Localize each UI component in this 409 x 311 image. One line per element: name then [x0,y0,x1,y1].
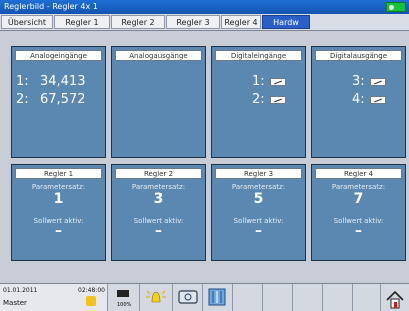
panel-title: Digitaleingänge [215,50,302,61]
digital-out-3-label: 3: [352,74,365,89]
analog-in-1-label: 1: [16,74,29,89]
digital-in-2-label: 2: [252,92,265,107]
analog-in-1-value: 34,413 [40,74,86,89]
empty-softkey[interactable] [323,284,353,311]
analog-in-2-value: 67,572 [40,92,86,107]
controller-1-panel[interactable]: Regler 1 Parametersatz: 1 Sollwert aktiv… [11,164,106,261]
status-area: 01.01.2011 02:48:00 Master [0,284,108,311]
switch-open-icon [370,78,386,86]
status-date: 01.01.2011 [3,287,38,294]
switch-open-icon [270,96,286,104]
param-label: Parametersatz: [331,183,386,191]
setpoint-value: – [55,223,62,239]
controller-2-panel[interactable]: Regler 2 Parametersatz: 3 Sollwert aktiv… [111,164,206,261]
param-value: 7 [353,191,364,207]
controller-title: Regler 2 [115,168,202,179]
tab-regler-2[interactable]: Regler 2 [111,15,165,29]
controller-title: Regler 3 [215,168,302,179]
tab-regler-1[interactable]: Regler 1 [54,15,110,29]
digital-out-4-label: 4: [352,92,365,107]
title-bar: Reglerbild - Regler 4x 1 [0,0,409,14]
archive-icon [208,288,226,306]
empty-softkey[interactable] [293,284,323,311]
key-icon [86,296,96,306]
controller-3-panel[interactable]: Regler 3 Parametersatz: 5 Sollwert aktiv… [211,164,306,261]
status-indicator-icon [386,2,406,12]
controller-title: Regler 1 [15,168,102,179]
bottom-toolbar: 01.01.2011 02:48:00 Master 100% [0,283,409,311]
status-user: Master [3,299,27,307]
analog-in-2-label: 2: [16,92,29,107]
param-label: Parametersatz: [31,183,86,191]
param-value: 5 [253,191,264,207]
setpoint-value: – [355,223,362,239]
param-label: Parametersatz: [131,183,186,191]
digital-outputs-panel: Digitalausgänge 3: 4: [311,46,406,158]
tab-regler-3[interactable]: Regler 3 [166,15,220,29]
param-label: Parametersatz: [231,183,286,191]
controller-4-panel[interactable]: Regler 4 Parametersatz: 7 Sollwert aktiv… [311,164,406,261]
archive-button[interactable] [203,284,233,311]
analog-inputs-panel: Analogeingänge 1: 34,413 2: 67,572 [11,46,106,158]
empty-softkey[interactable] [263,284,293,311]
empty-softkey[interactable] [233,284,263,311]
analog-outputs-panel: Analogausgänge [111,46,206,158]
digital-in-1-label: 1: [252,74,265,89]
param-value: 3 [153,191,164,207]
display-button[interactable] [173,284,203,311]
switch-open-icon [370,96,386,104]
alarm-button[interactable] [140,284,173,311]
panel-title: Digitalausgänge [315,50,402,61]
setpoint-value: – [155,223,162,239]
home-icon [386,290,404,309]
memory-level: 100% [117,302,132,308]
empty-softkey[interactable] [353,284,381,311]
alarm-bell-icon [146,290,166,303]
status-time: 02:48:00 [78,287,105,294]
home-button[interactable] [381,284,409,311]
tab-hardware[interactable]: Hardw [262,15,310,29]
display-icon [178,290,198,304]
memory-button[interactable]: 100% [108,284,140,311]
panel-title: Analogausgänge [115,50,202,61]
panel-title: Analogeingänge [15,50,102,61]
tab-regler-4[interactable]: Regler 4 [221,15,261,29]
setpoint-value: – [255,223,262,239]
tab-overview[interactable]: Übersicht [1,15,53,29]
param-value: 1 [53,191,64,207]
digital-inputs-panel: Digitaleingänge 1: 2: [211,46,306,158]
window-title: Reglerbild - Regler 4x 1 [4,2,98,11]
controller-title: Regler 4 [315,168,402,179]
tab-bar: Übersicht Regler 1 Regler 2 Regler 3 Reg… [0,14,409,31]
switch-open-icon [270,78,286,86]
